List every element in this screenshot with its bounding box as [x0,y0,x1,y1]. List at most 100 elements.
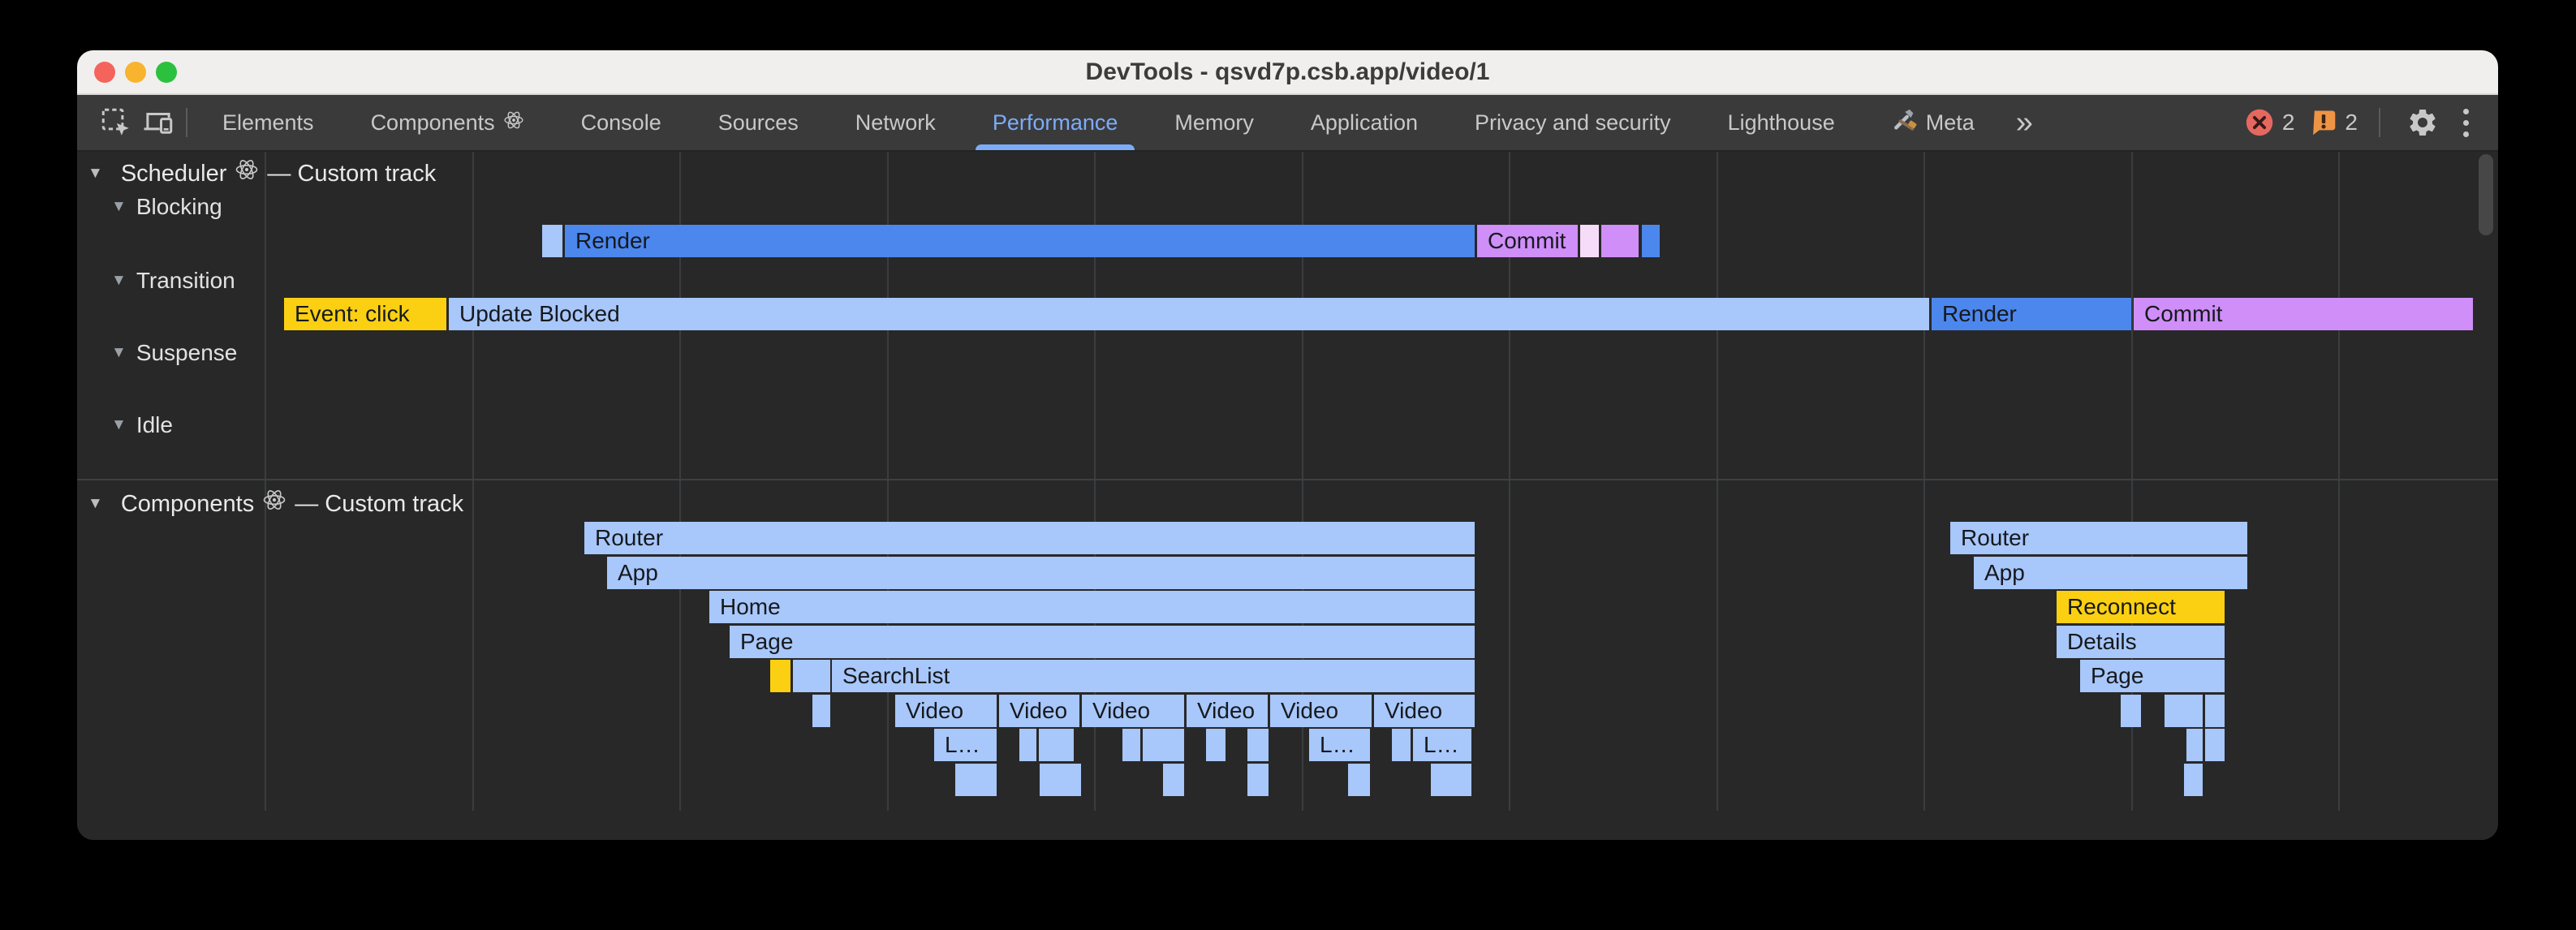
bar-segment[interactable] [812,695,830,727]
bar-event-click[interactable]: Event: click [284,298,446,330]
bar-segment[interactable] [1206,729,1226,761]
bar-render[interactable]: Render [565,225,1475,257]
error-badge[interactable]: 2 [2245,108,2295,137]
bar-segment[interactable] [1040,764,1081,796]
bar-details[interactable]: Details [2057,626,2225,658]
bar-l[interactable]: L… [934,729,997,761]
bar-page[interactable]: Page [730,626,1475,658]
bar-router[interactable]: Router [584,522,1475,554]
bar-segment[interactable] [1163,764,1184,796]
bar-video[interactable]: Video [999,695,1079,727]
collapse-triangle-icon: ▼ [111,337,127,369]
bar-segment[interactable] [770,660,790,692]
bar-segment[interactable] [1431,764,1471,796]
bar-app[interactable]: App [607,557,1475,589]
tab-performance[interactable]: Performance [964,95,1147,150]
bar-segment[interactable] [1019,729,1036,761]
more-tabs-chevron-icon[interactable]: » [2003,95,2046,150]
vertical-scrollbar-thumb[interactable] [2479,154,2493,235]
tab-meta[interactable]: Meta [1863,95,2003,150]
bar-update-blocked[interactable]: Update Blocked [449,298,1929,330]
bar-reconnect[interactable]: Reconnect [2057,591,2225,623]
bar-segment[interactable] [542,225,562,257]
bar-l[interactable]: L… [1413,729,1471,761]
bar-searchlist[interactable]: SearchList [832,660,1475,692]
bar-video[interactable]: Video [1374,695,1475,727]
tab-elements[interactable]: Elements [194,95,342,150]
bar-segment[interactable] [1247,764,1269,796]
bar-segment[interactable] [793,660,830,692]
collapse-triangle-icon: ▼ [88,488,103,520]
bar-segment[interactable] [1348,764,1370,796]
tab-label: Privacy and security [1475,110,1671,136]
tab-label: Lighthouse [1728,110,1835,136]
lane-blocking[interactable]: ▼ Blocking [111,191,222,223]
bar-commit[interactable]: Commit [2134,298,2473,330]
warning-badge[interactable]: 2 [2309,109,2358,136]
bar-segment[interactable] [2121,695,2141,727]
bar-router[interactable]: Router [1950,522,2247,554]
bar-segment[interactable] [2184,764,2203,796]
bar-render[interactable]: Render [1932,298,2131,330]
bar-app[interactable]: App [1974,557,2247,589]
lane-suspense[interactable]: ▼ Suspense [111,337,237,369]
bar-segment[interactable] [1580,225,1599,257]
bar-segment[interactable] [2186,729,2203,761]
bar-page[interactable]: Page [2080,660,2225,692]
toolbar-right: 2 2 [2245,95,2498,150]
scheduler-track-header[interactable]: ▼ Scheduler — Custom track [88,157,436,190]
lane-idle[interactable]: ▼ Idle [111,409,173,441]
bar-segment[interactable] [2205,695,2225,727]
bar-segment[interactable] [1143,729,1184,761]
bar-segment[interactable] [1247,729,1269,761]
toolbar-separator [2379,108,2380,137]
device-toolbar-icon[interactable] [137,95,179,150]
zoom-window-button[interactable] [156,62,177,83]
bar-segment[interactable] [2205,729,2225,761]
tab-sources[interactable]: Sources [690,95,827,150]
error-count: 2 [2282,110,2295,136]
react-atom-icon [262,488,286,521]
panel-tabs: ElementsComponents Console Sources Network P… [194,95,2003,150]
tab-network[interactable]: Network [827,95,964,150]
bar-l[interactable]: L… [1309,729,1370,761]
bar-segment[interactable] [1122,729,1140,761]
bar-segment[interactable] [1601,225,1639,257]
tab-label: Console [581,110,661,136]
warning-count: 2 [2345,110,2358,136]
title-bar: DevTools - qsvd7p.csb.app/video/1 [77,50,2498,95]
tab-label: Sources [718,110,799,136]
inspect-element-icon[interactable] [95,95,137,150]
bar-video[interactable]: Video [1187,695,1268,727]
bar-home[interactable]: Home [709,591,1475,623]
bar-video[interactable]: Video [1082,695,1184,727]
tab-application[interactable]: Application [1282,95,1446,150]
bar-segment[interactable] [1039,729,1074,761]
bar-segment[interactable] [1642,225,1660,257]
minimize-window-button[interactable] [125,62,146,83]
bar-commit[interactable]: Commit [1477,225,1578,257]
components-track-header[interactable]: ▼ Components — Custom track [88,488,463,520]
tab-label: Performance [993,110,1118,136]
bar-segment[interactable] [1392,729,1411,761]
bar-segment[interactable] [955,764,997,796]
bar-segment[interactable] [2165,695,2203,727]
collapse-triangle-icon: ▼ [88,157,103,190]
tab-memory[interactable]: Memory [1146,95,1282,150]
tab-console[interactable]: Console [553,95,690,150]
components-track-title: Components [121,488,254,520]
close-window-button[interactable] [94,62,115,83]
selected-tab-underline [976,144,1135,150]
lane-transition[interactable]: ▼ Transition [111,265,235,297]
bar-video[interactable]: Video [1270,695,1372,727]
tab-privacy-and-security[interactable]: Privacy and security [1446,95,1699,150]
tab-lighthouse[interactable]: Lighthouse [1699,95,1863,150]
settings-gear-icon[interactable] [2402,106,2444,139]
collapse-triangle-icon: ▼ [111,191,127,223]
window-title: DevTools - qsvd7p.csb.app/video/1 [1086,58,1490,86]
kebab-menu-icon[interactable] [2458,104,2474,142]
bar-video[interactable]: Video [895,695,997,727]
tab-components[interactable]: Components [342,95,553,150]
gridline [472,152,474,811]
traffic-lights [94,62,177,83]
